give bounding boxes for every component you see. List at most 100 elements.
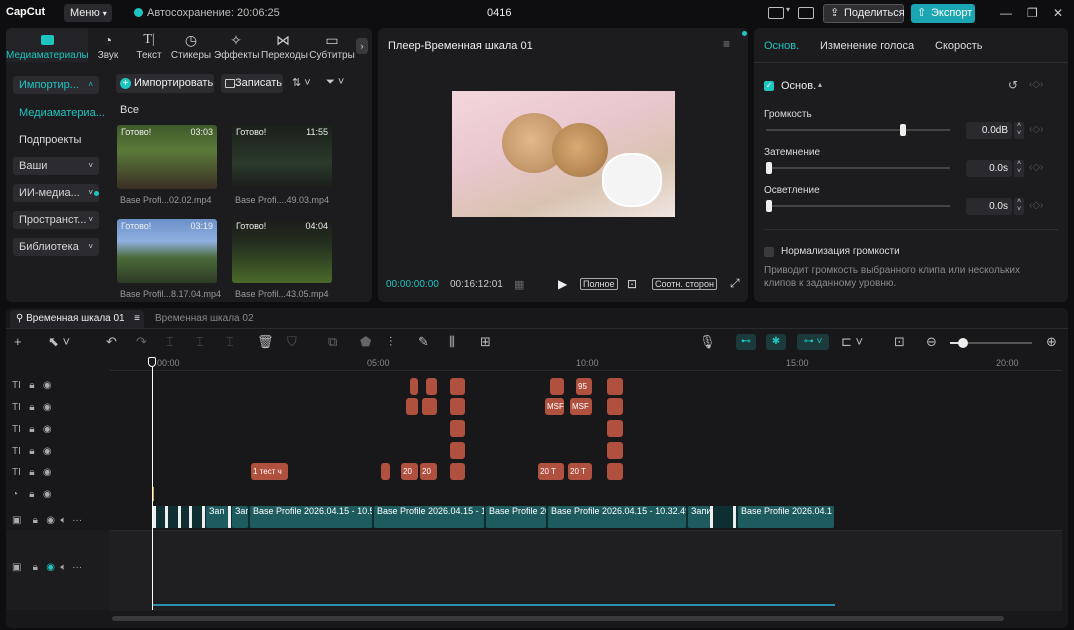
lock-icon[interactable]: 🔒︎ — [29, 446, 34, 457]
player-menu-icon[interactable]: ≡ — [723, 37, 730, 51]
video-clip[interactable]: Base Profile 2026.04.15 - 10.32.49 — [548, 506, 686, 528]
text-clip[interactable]: MSF — [545, 398, 564, 415]
text-clip[interactable]: 20 — [420, 463, 437, 480]
share-button[interactable]: ⇪ Поделиться — [823, 4, 905, 23]
sidebar-item-ai-media[interactable]: ИИ-медиа... ˅ — [13, 184, 99, 202]
tab-media[interactable]: Медиаматериалы — [6, 32, 89, 61]
reset-icon[interactable]: ↺ — [1008, 78, 1018, 92]
video-clip[interactable]: Base Profile 2026.04.1 — [738, 506, 834, 528]
eye-icon[interactable]: ◉ — [43, 424, 52, 435]
media-item-3[interactable]: Готово! 03:19 — [117, 219, 217, 283]
text-clip[interactable] — [450, 442, 465, 459]
fadeout-slider-handle[interactable] — [766, 200, 772, 212]
tab-text[interactable]: T| Текст — [127, 32, 171, 61]
more-icon[interactable]: ··· — [72, 515, 82, 526]
audio-icon[interactable]: 🔈︎ — [61, 515, 67, 526]
tab-subtitles[interactable]: ▭ Субтитры — [309, 32, 355, 61]
more-icon[interactable]: ··· — [72, 562, 82, 573]
video-clip[interactable]: Base Profile 2026.04.15 - 10.58 — [250, 506, 372, 528]
tab-speed[interactable]: Скорость — [935, 40, 983, 52]
zoom-slider-track[interactable] — [950, 338, 1032, 348]
magic-icon[interactable]: ✎ — [418, 334, 429, 350]
lock-icon[interactable]: 🔒︎ — [29, 402, 34, 413]
sidebar-item-library[interactable]: Библиотека ˅ — [13, 238, 99, 256]
record-button[interactable]: Записать — [221, 74, 283, 93]
export-button[interactable]: ⇧ Экспорт — [911, 4, 975, 23]
playhead-line[interactable] — [152, 367, 153, 610]
lock-icon[interactable]: 🔒︎ — [29, 489, 34, 500]
sidebar-item-spaces[interactable]: Пространст... ˅ — [13, 211, 99, 229]
tab-basic[interactable]: Основ. — [764, 40, 799, 52]
normalize-checkbox[interactable] — [764, 247, 774, 257]
video-clip[interactable]: Запи — [232, 506, 248, 528]
text-clip[interactable] — [426, 378, 437, 395]
text-clip[interactable] — [450, 420, 465, 437]
video-clip[interactable]: Запи — [688, 506, 710, 528]
fadeout-stepper[interactable]: ˄ ˅ — [1014, 198, 1024, 215]
lock-icon[interactable]: 🔒︎ — [33, 515, 38, 526]
undo-icon[interactable]: ↶ — [106, 334, 117, 350]
lock-icon[interactable]: 🔒︎ — [29, 467, 34, 478]
timeline-tab-1[interactable]: ⚲ Временная шкала 01 ≡ — [10, 310, 144, 328]
text-clip[interactable] — [607, 442, 623, 459]
delete-icon[interactable]: 🗑 — [257, 334, 274, 350]
crop-icon[interactable]: ⧉ — [328, 334, 337, 350]
menu-button[interactable]: Меню ▾ — [64, 4, 112, 22]
text-clip[interactable] — [607, 463, 623, 480]
video-clip[interactable]: Base Profile 20 — [486, 506, 546, 528]
text-clip[interactable] — [422, 398, 437, 415]
timeline-tab-2[interactable]: Временная шкала 02 — [155, 313, 254, 324]
eye-icon[interactable]: ◉ — [46, 562, 55, 573]
text-clip[interactable] — [410, 378, 418, 395]
video-clip[interactable]: Base Profile 2026.04.15 - 12 — [374, 506, 484, 528]
filter-icon[interactable]: ⏷ ˅ — [326, 76, 344, 89]
sidebar-item-media[interactable]: Медиаматериа... — [13, 104, 105, 122]
caret-up-icon[interactable]: ▴ — [818, 80, 822, 89]
eye-icon[interactable]: ◉ — [43, 446, 52, 457]
filter-all-label[interactable]: Все — [120, 104, 139, 116]
aspect-ratio-button[interactable]: Соотн. сторон — [652, 278, 717, 290]
basic-checkbox[interactable]: ✓ — [764, 81, 774, 91]
volume-slider-handle[interactable] — [900, 124, 906, 136]
text-clip[interactable] — [450, 378, 465, 395]
snap-icon[interactable]: ⊏ ˅ — [841, 334, 863, 350]
keyframe-nav-icon[interactable]: ‹◇› — [1029, 200, 1043, 211]
timecode-grid-icon[interactable]: ▦ — [514, 278, 524, 291]
sort-icon[interactable]: ⇅ ˅ — [292, 76, 311, 89]
volume-stepper[interactable]: ˄ ˅ — [1014, 122, 1024, 139]
text-clip[interactable] — [406, 398, 418, 415]
sidebar-item-subprojects[interactable]: Подпроекты — [13, 131, 99, 149]
tab-stickers[interactable]: ◷ Стикеры — [169, 32, 213, 61]
sidebar-item-yours[interactable]: Ваши ˅ — [13, 157, 99, 175]
eye-icon[interactable]: ◉ — [43, 402, 52, 413]
text-clip[interactable]: 20 — [401, 463, 418, 480]
playhead-handle[interactable] — [148, 357, 156, 367]
split-right-icon[interactable]: ⌶ — [226, 334, 234, 350]
fadein-value[interactable]: 0.0s — [966, 160, 1012, 177]
subtitle-track-icon[interactable]: ⊡ — [894, 334, 905, 350]
text-clip[interactable]: MSF — [570, 398, 592, 415]
split-icon[interactable]: ⌶ — [166, 334, 174, 350]
text-clip[interactable] — [450, 463, 465, 480]
link-clips-icon[interactable]: ⊶ ˅ — [797, 334, 829, 350]
media-item-1[interactable]: Готово! 03:03 — [117, 125, 217, 189]
import-button[interactable]: + Импортировать — [116, 74, 214, 93]
fadein-stepper[interactable]: ˄ ˅ — [1014, 160, 1024, 177]
close-icon[interactable]: ✕ — [1053, 6, 1063, 20]
tab-transitions[interactable]: ⋈ Переходы — [261, 32, 308, 61]
fadein-slider-track[interactable] — [766, 162, 950, 174]
text-clip[interactable] — [607, 398, 623, 415]
maximize-icon[interactable]: ❐ — [1027, 6, 1038, 20]
keyboard-icon[interactable] — [798, 7, 814, 19]
text-clip[interactable] — [450, 398, 465, 415]
text-clip[interactable] — [381, 463, 390, 480]
volume-slider-track[interactable] — [766, 124, 950, 136]
adjust-icon[interactable]: ⫶ — [389, 334, 392, 350]
split-left-icon[interactable]: ⌶ — [196, 334, 204, 350]
keyframe-nav-icon[interactable]: ‹◇› — [1029, 124, 1043, 135]
media-item-4[interactable]: Готово! 04:04 — [232, 219, 332, 283]
text-clip[interactable] — [550, 378, 564, 395]
ai-icon[interactable]: ⊞ — [480, 334, 491, 350]
tab-voice-change[interactable]: Изменение голоса — [820, 40, 914, 52]
fadeout-value[interactable]: 0.0s — [966, 198, 1012, 215]
